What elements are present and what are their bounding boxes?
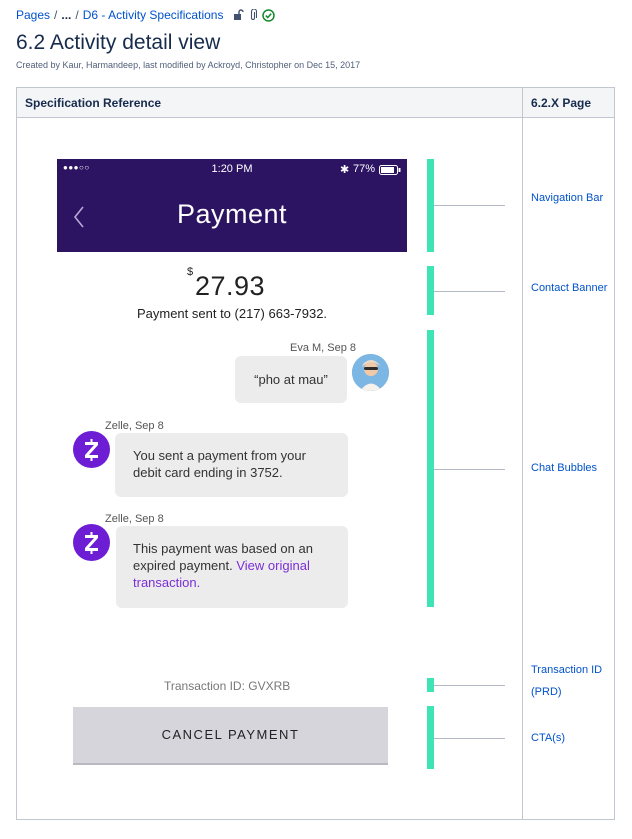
annotation-chat-bubbles[interactable]: Chat Bubbles — [531, 462, 597, 474]
breadcrumb: Pages / ... / D6 - Activity Specificatio… — [16, 8, 276, 22]
check-circle-icon[interactable] — [262, 8, 276, 22]
bluetooth-icon: ✱ — [340, 164, 350, 176]
annotation-ctas[interactable]: CTA(s) — [531, 732, 565, 744]
spec-table: Specification Reference 6.2.X Page ●●●○○… — [16, 87, 615, 820]
page-byline: Created by Kaur, Harmandeep, last modifi… — [16, 60, 361, 70]
breadcrumb-separator: / — [75, 8, 79, 22]
breadcrumb-pages-link[interactable]: Pages — [16, 8, 50, 22]
payment-recipient: Payment sent to (217) 663-7932. — [136, 306, 328, 321]
table-header-spec-reference: Specification Reference — [17, 88, 522, 118]
chat-bubble-outgoing: “pho at mau” — [235, 356, 347, 403]
section-marker-contact — [427, 266, 434, 315]
section-marker-txid — [427, 678, 434, 692]
connector-line — [434, 291, 505, 292]
phone-navigation-bar: ●●●○○ 1:20 PM ✱ 77% Payment — [57, 159, 407, 252]
connector-line — [434, 469, 505, 470]
zelle-logo-icon — [73, 431, 110, 468]
battery-percent: 77% — [353, 163, 376, 175]
payment-amount: 27.93 — [195, 271, 266, 301]
unlock-icon[interactable] — [233, 9, 245, 21]
column-divider — [522, 88, 523, 819]
nav-title: Payment — [176, 199, 288, 229]
cancel-payment-button[interactable]: CANCEL PAYMENT — [73, 707, 388, 765]
connector-line — [434, 738, 505, 739]
annotation-contact-banner[interactable]: Contact Banner — [531, 282, 607, 294]
transaction-id: Transaction ID: GVXRB — [164, 679, 291, 693]
paperclip-icon[interactable] — [249, 9, 258, 21]
table-header-page: 6.2.X Page — [523, 88, 614, 118]
annotation-navigation-bar[interactable]: Navigation Bar — [531, 192, 603, 204]
zelle-logo-icon — [73, 524, 110, 561]
status-bar: ●●●○○ 1:20 PM ✱ 77% — [57, 163, 407, 177]
chat-bubble-incoming: You sent a payment from your debit card … — [115, 433, 348, 497]
breadcrumb-current-link[interactable]: D6 - Activity Specifications — [83, 8, 224, 22]
section-marker-chat — [427, 330, 434, 607]
annotation-prd[interactable]: (PRD) — [531, 686, 562, 698]
chat-meta: Zelle, Sep 8 — [105, 420, 164, 432]
breadcrumb-separator: / — [54, 8, 58, 22]
chat-meta: Eva M, Sep 8 — [290, 342, 357, 354]
page-title: 6.2 Activity detail view — [16, 31, 221, 54]
battery-icon — [379, 165, 401, 175]
breadcrumb-ellipsis[interactable]: ... — [61, 8, 71, 22]
connector-line — [434, 205, 505, 206]
connector-line — [434, 685, 505, 686]
annotation-transaction-id[interactable]: Transaction ID — [531, 664, 602, 676]
avatar — [352, 354, 389, 391]
section-marker-cta — [427, 706, 434, 769]
currency-symbol: $ — [187, 266, 194, 278]
chat-bubble-incoming: This payment was based on an expired pay… — [116, 526, 348, 608]
section-marker-nav — [427, 159, 434, 252]
chat-meta: Zelle, Sep 8 — [105, 513, 164, 525]
